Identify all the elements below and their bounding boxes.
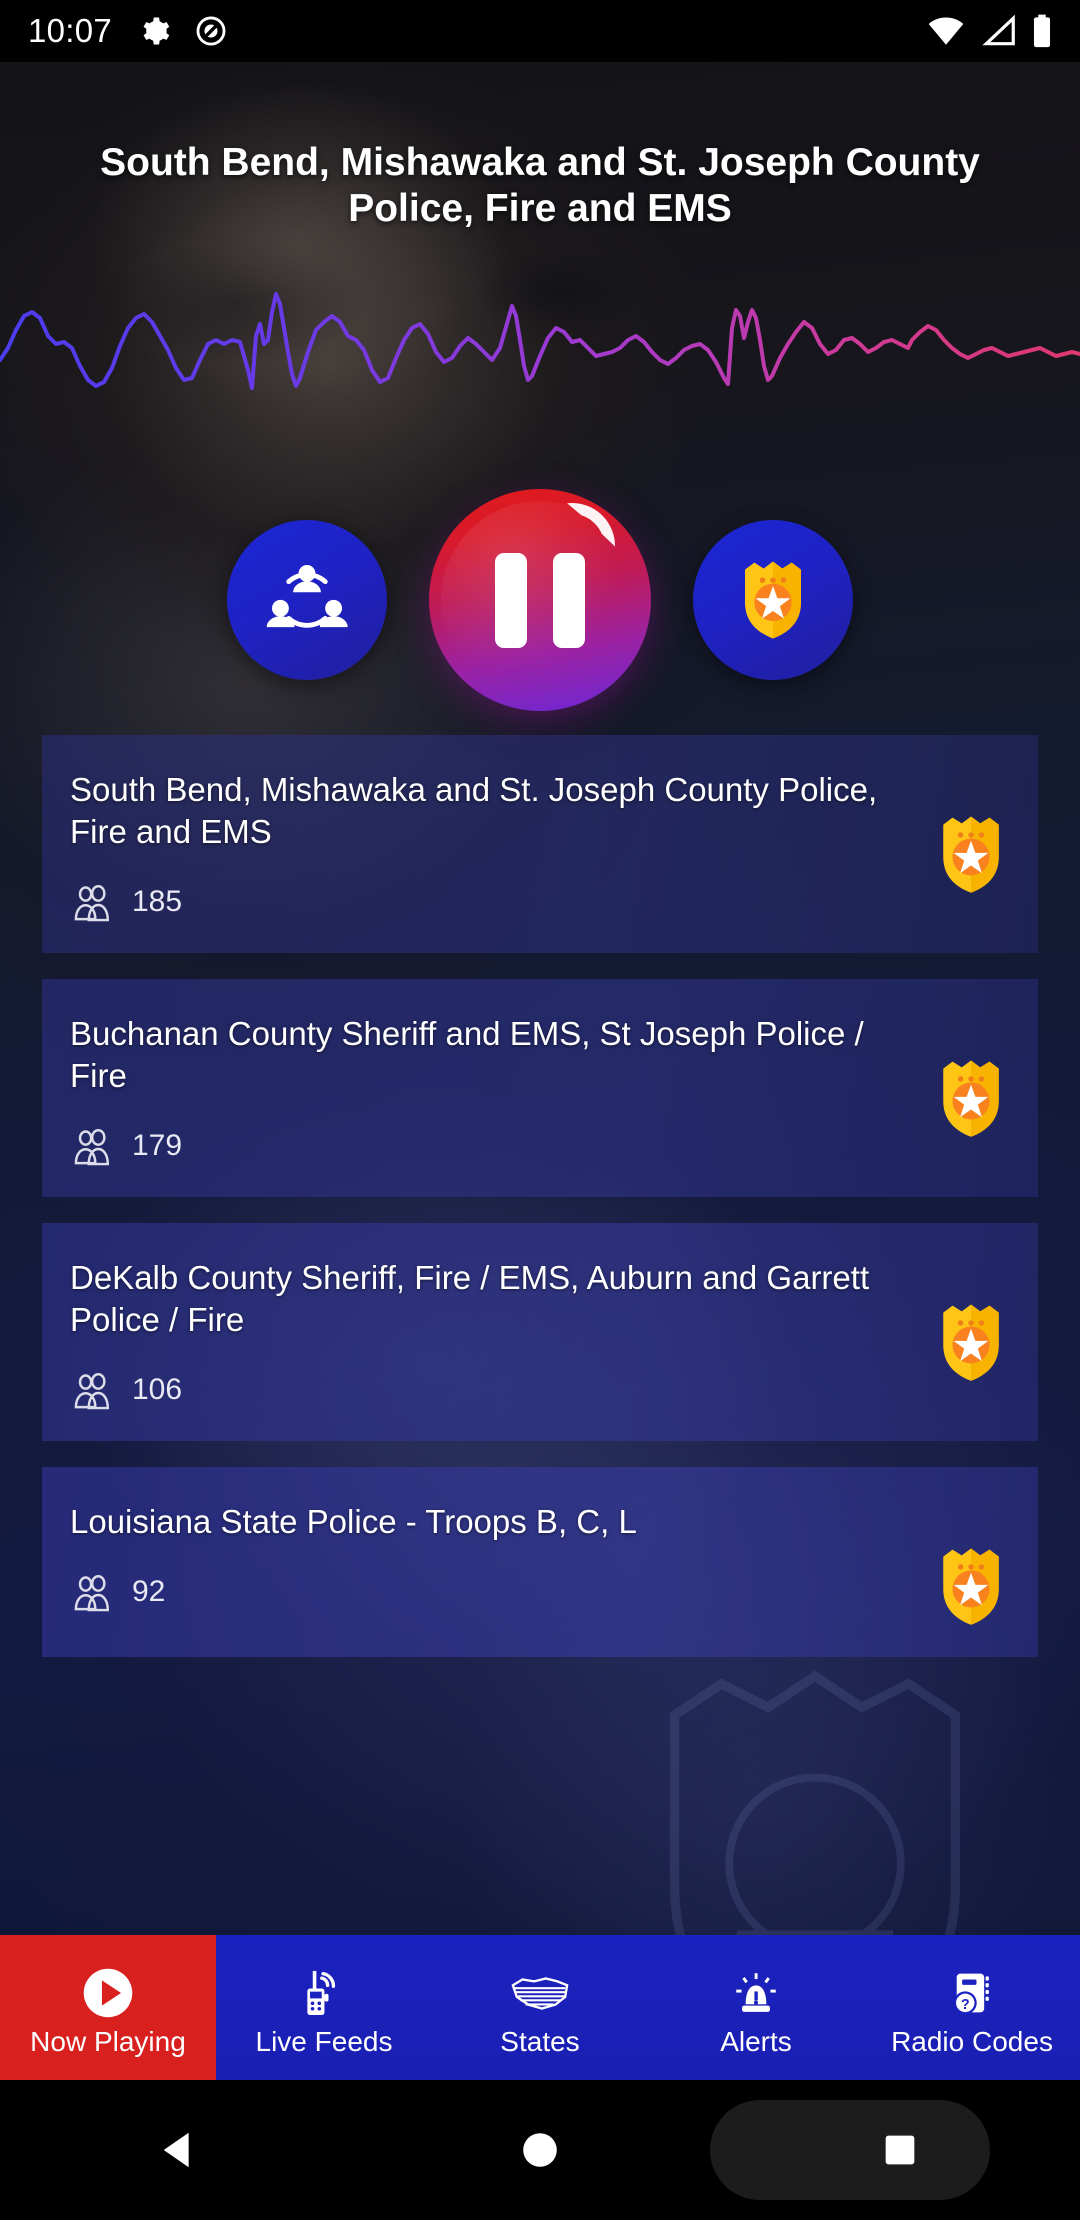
usa-map-icon xyxy=(509,1964,571,2022)
status-bar-clock: 10:07 xyxy=(28,12,113,49)
share-network-button[interactable] xyxy=(227,520,387,680)
home-circle-icon xyxy=(523,2133,557,2167)
police-badge-icon xyxy=(943,1304,999,1381)
now-playing-title: South Bend, Mishawaka and St. Joseph Cou… xyxy=(100,141,980,231)
feed-item-content: South Bend, Mishawaka and St. Joseph Cou… xyxy=(70,769,934,925)
feed-badge-button[interactable] xyxy=(693,520,853,680)
police-badge-icon xyxy=(943,1060,999,1137)
app-root: 10:07 South Bend, Mishawaka and St. Jose… xyxy=(0,0,1080,2220)
recents-pill-background xyxy=(710,2100,990,2200)
feed-item-listener-count: 92 xyxy=(132,1575,166,1609)
feed-item-listeners: 185 xyxy=(70,879,908,925)
pause-icon xyxy=(495,552,585,648)
system-back-button[interactable] xyxy=(0,2127,360,2173)
feed-list-item[interactable]: DeKalb County Sheriff, Fire / EMS, Aubur… xyxy=(42,1223,1038,1441)
tab-label: States xyxy=(500,2025,580,2057)
people-icon xyxy=(74,1575,110,1612)
feed-item-listener-count: 179 xyxy=(132,1129,183,1163)
recents-square-icon xyxy=(885,2135,915,2165)
feed-item-content: Buchanan County Sheriff and EMS, St Jose… xyxy=(70,1013,934,1169)
system-navigation-bar xyxy=(0,2080,1080,2220)
status-bar: 10:07 xyxy=(0,0,1080,62)
svg-text:?: ? xyxy=(961,1996,970,2012)
tab-alerts[interactable]: Alerts xyxy=(648,1935,864,2080)
tab-label: Live Feeds xyxy=(255,2025,393,2057)
feed-list-item[interactable]: Louisiana State Police - Troops B, C, L … xyxy=(42,1467,1038,1657)
play-pause-button[interactable] xyxy=(429,489,651,711)
siren-alert-icon xyxy=(729,1964,783,2022)
feed-item-listeners: 106 xyxy=(70,1367,908,1413)
feed-list-item[interactable]: South Bend, Mishawaka and St. Joseph Cou… xyxy=(42,735,1038,953)
player-controls xyxy=(0,480,1080,720)
feed-item-listener-count: 106 xyxy=(132,1373,183,1407)
feed-item-name: Buchanan County Sheriff and EMS, St Jose… xyxy=(70,1015,864,1095)
people-icon xyxy=(74,885,110,922)
network-group-icon xyxy=(266,564,348,628)
feed-list: South Bend, Mishawaka and St. Joseph Cou… xyxy=(0,735,1080,1683)
audio-waveform xyxy=(0,292,1080,390)
feed-item-name: South Bend, Mishawaka and St. Joseph Cou… xyxy=(70,771,878,851)
wifi-icon xyxy=(928,17,964,45)
codebook-question-icon: ? xyxy=(945,1964,999,2022)
people-icon xyxy=(74,1129,110,1166)
tab-now-playing[interactable]: Now Playing xyxy=(0,1935,216,2080)
tab-live-feeds[interactable]: Live Feeds xyxy=(216,1935,432,2080)
play-circle-icon xyxy=(80,1964,136,2022)
back-triangle-icon xyxy=(163,2132,189,2168)
feed-item-content: DeKalb County Sheriff, Fire / EMS, Aubur… xyxy=(70,1257,934,1413)
system-home-button[interactable] xyxy=(360,2129,720,2171)
do-not-disturb-icon xyxy=(196,16,226,46)
feed-item-listener-count: 185 xyxy=(132,885,183,919)
tab-label: Now Playing xyxy=(30,2025,186,2057)
police-badge-icon xyxy=(943,1548,999,1625)
radio-scanner-icon xyxy=(297,1964,351,2022)
feed-item-name: Louisiana State Police - Troops B, C, L xyxy=(70,1503,637,1540)
status-bar-system-icons xyxy=(926,14,1052,48)
police-badge-icon xyxy=(943,816,999,893)
battery-icon xyxy=(1033,14,1051,48)
feed-item-listeners: 179 xyxy=(70,1123,908,1169)
cell-signal-icon xyxy=(982,15,1015,46)
people-icon xyxy=(74,1373,110,1410)
feed-item-listeners: 92 xyxy=(70,1569,908,1615)
feed-item-content: Louisiana State Police - Troops B, C, L … xyxy=(70,1501,934,1615)
tab-label: Alerts xyxy=(720,2025,792,2057)
feed-item-name: DeKalb County Sheriff, Fire / EMS, Aubur… xyxy=(70,1259,870,1339)
feed-list-item[interactable]: Buchanan County Sheriff and EMS, St Jose… xyxy=(42,979,1038,1197)
police-badge-icon xyxy=(745,561,801,639)
tab-label: Radio Codes xyxy=(891,2025,1053,2057)
gear-icon xyxy=(143,17,170,45)
bottom-navigation: Now Playing Live Feeds States Alerts ? R… xyxy=(0,1935,1080,2080)
tab-states[interactable]: States xyxy=(432,1935,648,2080)
tab-radio-codes[interactable]: ? Radio Codes xyxy=(864,1935,1080,2080)
status-bar-notification-icons xyxy=(138,14,228,48)
